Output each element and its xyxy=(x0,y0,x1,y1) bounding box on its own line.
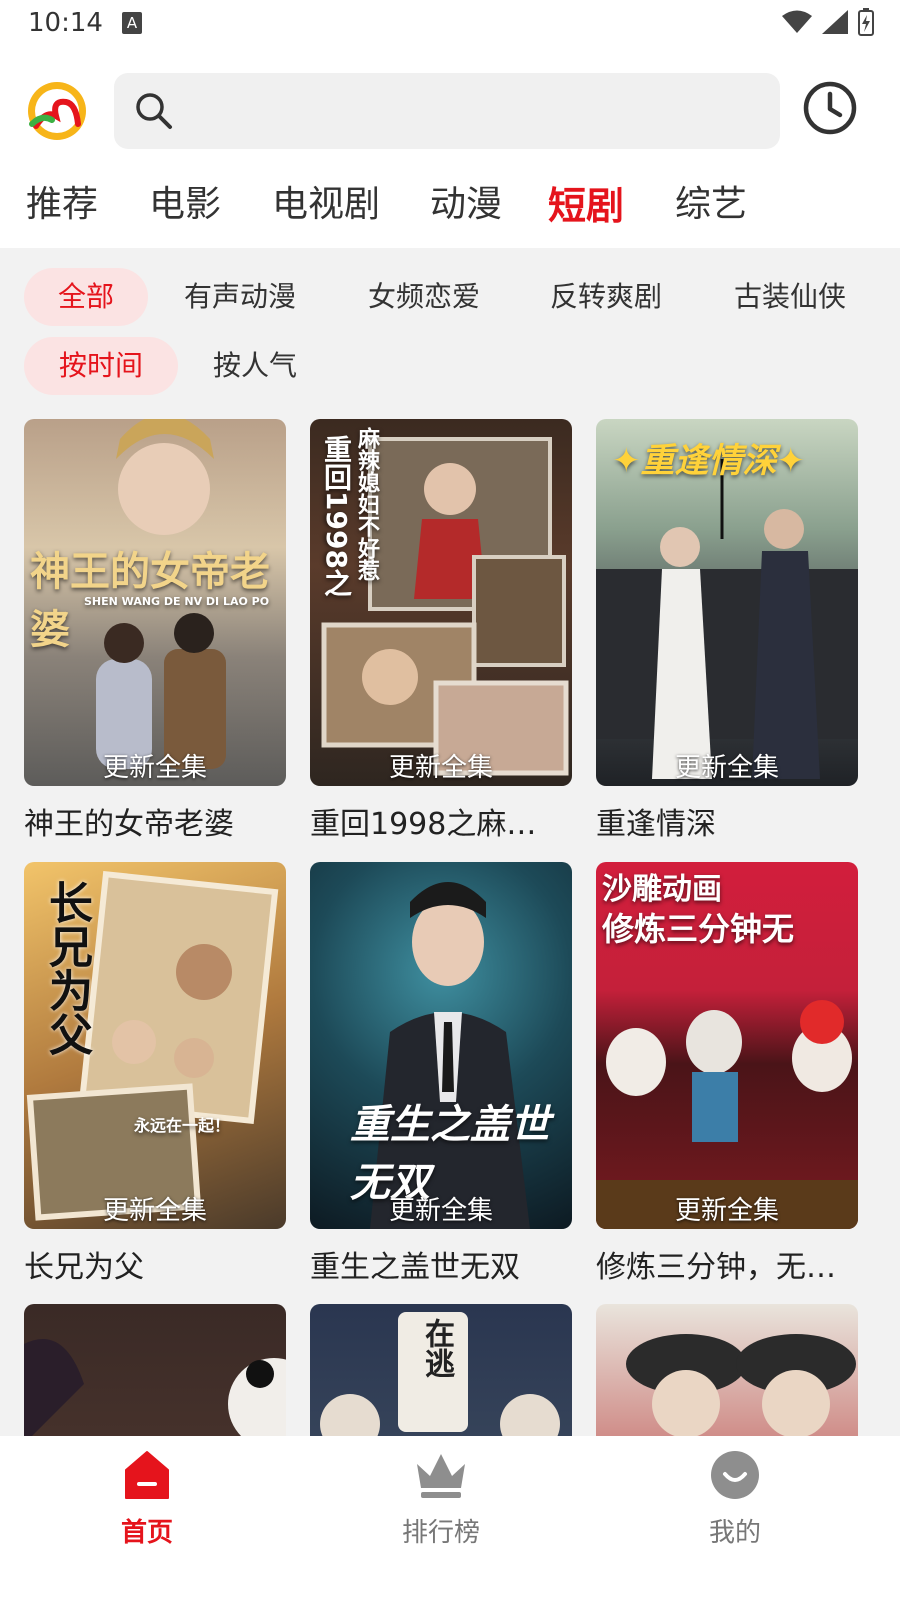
poster-subtitle: 修炼三分钟无 xyxy=(602,910,795,948)
poster-title: 沙雕动画 xyxy=(602,872,722,907)
home-icon xyxy=(125,1451,169,1499)
filter-reversal[interactable]: 反转爽剧 xyxy=(532,268,680,326)
category-tabs: 推荐 电影 电视剧 动漫 短剧 综艺 xyxy=(0,175,900,235)
poster-title: 长兄为父 xyxy=(41,880,92,1056)
tab-anime[interactable]: 动漫 xyxy=(430,175,502,227)
battery-icon xyxy=(858,8,874,36)
tab-variety[interactable]: 综艺 xyxy=(675,175,747,227)
wifi-icon xyxy=(782,10,812,33)
poster-subtitle: 永远在一起！ xyxy=(134,1116,231,1135)
drama-title: 长兄为父 xyxy=(24,1250,144,1285)
nav-ranking-label: 排行榜 xyxy=(401,1518,480,1548)
status-time: 10:14 xyxy=(28,8,103,38)
sort-by-popularity[interactable]: 按人气 xyxy=(196,337,314,395)
nav-home[interactable]: 首页 xyxy=(47,1450,247,1549)
filter-all[interactable]: 全部 xyxy=(24,268,148,326)
tab-tv-series[interactable]: 电视剧 xyxy=(272,175,380,227)
filter-audio-anime[interactable]: 有声动漫 xyxy=(166,268,314,326)
clock-icon[interactable] xyxy=(802,80,858,136)
drama-title: 重生之盖世无双 xyxy=(310,1250,520,1285)
nav-mine-label: 我的 xyxy=(708,1518,761,1548)
app-logo[interactable] xyxy=(26,80,88,142)
update-badge: 更新全集 xyxy=(388,1196,493,1226)
crown-icon xyxy=(417,1454,465,1498)
update-badge: 更新全集 xyxy=(102,1196,207,1226)
sort-by-time[interactable]: 按时间 xyxy=(24,337,178,395)
tab-short-drama[interactable]: 短剧 xyxy=(548,175,624,230)
nav-ranking[interactable]: 排行榜 xyxy=(341,1450,541,1549)
bottom-nav: 首页 排行榜 我的 xyxy=(0,1436,900,1600)
poster-title: ✦重逢情深✦ xyxy=(612,441,805,481)
update-badge: 更新全集 xyxy=(674,753,779,783)
header: 推荐 电影 电视剧 动漫 短剧 综艺 xyxy=(0,50,900,248)
status-indicator: A xyxy=(122,12,142,34)
drama-title: 重回1998之麻… xyxy=(310,807,537,842)
nav-home-label: 首页 xyxy=(120,1518,173,1548)
status-bar: 10:14 A xyxy=(0,0,900,50)
cell-signal-icon xyxy=(822,10,848,34)
poster-subtitle: 麻辣媳妇不好惹 xyxy=(354,427,379,581)
status-icons xyxy=(782,8,874,36)
tab-recommend[interactable]: 推荐 xyxy=(26,175,98,227)
search-icon xyxy=(136,93,172,129)
smiley-icon xyxy=(711,1451,759,1499)
poster-image[interactable]: 神王的女帝老婆 SHEN WANG DE NV DI LAO PO 更新全集 xyxy=(24,419,286,786)
poster-image[interactable]: 沙雕动画 修炼三分钟无 更新全集 xyxy=(596,862,858,1229)
update-badge: 更新全集 xyxy=(388,753,493,783)
drama-title: 重逢情深 xyxy=(596,807,716,842)
tab-movie[interactable]: 电影 xyxy=(149,175,221,227)
poster-image[interactable]: 长兄为父 永远在一起！ 更新全集 xyxy=(24,862,286,1229)
poster-title: 在逃 xyxy=(419,1318,454,1378)
search-input[interactable] xyxy=(114,73,780,149)
update-badge: 更新全集 xyxy=(102,753,207,783)
poster-image[interactable]: 重生之盖世无双 更新全集 xyxy=(310,862,572,1229)
drama-title: 神王的女帝老婆 xyxy=(24,807,234,842)
filter-romance[interactable]: 女频恋爱 xyxy=(350,268,498,326)
poster-subtitle: SHEN WANG DE NV DI LAO PO xyxy=(84,595,270,608)
poster-image[interactable]: ✦重逢情深✦ 更新全集 xyxy=(596,419,858,786)
update-badge: 更新全集 xyxy=(674,1196,779,1226)
nav-mine[interactable]: 我的 xyxy=(635,1450,835,1549)
poster-image[interactable]: 重回1998之 麻辣媳妇不好惹 更新全集 xyxy=(310,419,572,786)
filter-costume-xianxia[interactable]: 古装仙侠 xyxy=(716,268,864,326)
drama-title: 修炼三分钟，无… xyxy=(596,1250,836,1285)
